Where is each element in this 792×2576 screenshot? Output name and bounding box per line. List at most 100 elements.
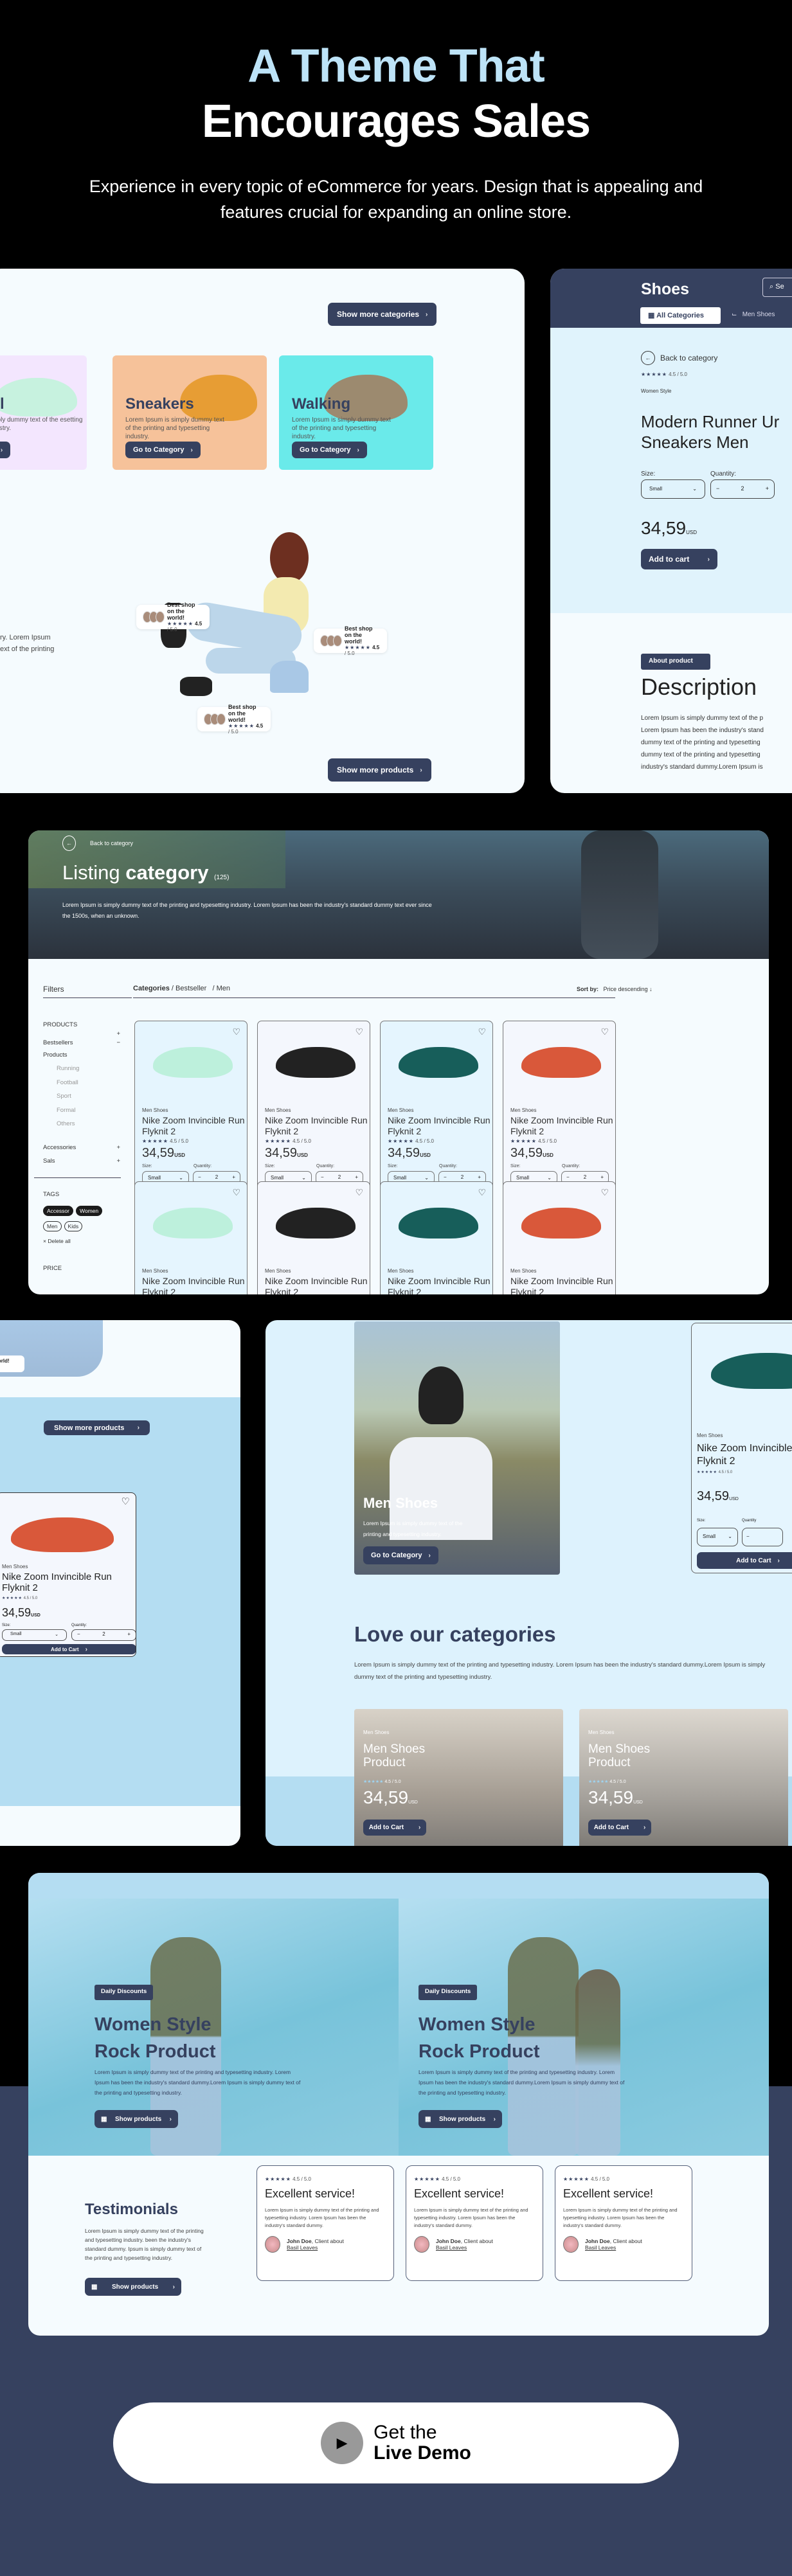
category-card-football: all simply dummy text of the esetting in…	[0, 355, 87, 470]
product-category: Men Shoes	[697, 1433, 723, 1438]
minus-icon[interactable]: −	[77, 1631, 80, 1639]
product-card: ♡ Men Shoes Nike Zoom Invincible Run Flykn…	[380, 1181, 493, 1294]
about-product-badge: About product	[641, 654, 710, 670]
men-shoes-panel: Men Shoes Lorem Ipsum is simply dummy te…	[266, 1320, 792, 1846]
heart-icon[interactable]: ♡	[355, 1187, 363, 1198]
heart-icon[interactable]: ♡	[600, 1026, 609, 1037]
filter-item-bestsellers[interactable]: Bestsellers −	[43, 1039, 120, 1046]
all-categories-tab[interactable]: ▦ All Categories	[640, 307, 721, 324]
minus-icon[interactable]: −	[444, 1174, 447, 1181]
heart-icon[interactable]: ♡	[355, 1026, 363, 1037]
live-demo-button[interactable]: ▶ Get the Live Demo	[113, 2402, 679, 2483]
show-more-categories-button[interactable]: Show more categories ›	[328, 303, 437, 326]
plus-icon[interactable]: +	[766, 485, 769, 493]
product-link[interactable]: Basil Leaves	[436, 2244, 467, 2251]
tag-chip[interactable]: Women	[75, 1205, 103, 1216]
add-to-cart-button[interactable]: Add to Cart ›	[697, 1552, 792, 1569]
search-input[interactable]: ⌕ Se	[762, 278, 792, 297]
chevron-right-icon: ›	[493, 2115, 496, 2123]
promo-text: Lorem Ipsum is simply dummy text of the …	[419, 2069, 625, 2096]
author-name: John Doe	[287, 2238, 312, 2244]
breadcrumb-item[interactable]: Men	[217, 985, 230, 992]
heart-icon[interactable]: ♡	[600, 1187, 609, 1198]
show-products-button[interactable]: ▦ Show products ›	[94, 2110, 178, 2128]
tag-chip[interactable]: Kids	[64, 1221, 83, 1231]
minus-icon[interactable]: −	[746, 1534, 750, 1539]
subcategory-item[interactable]: Running	[57, 1062, 120, 1076]
add-to-cart-button[interactable]: Add to Cart ›	[363, 1820, 426, 1836]
category-card-walking: Walking Lorem Ipsum is simply dummy text…	[279, 355, 433, 470]
product-subcategories: Running Football Sport Formal Others	[43, 1062, 120, 1131]
go-to-category-button[interactable]: Go to Category ›	[125, 442, 201, 458]
plus-icon[interactable]: +	[600, 1174, 604, 1181]
tag-chip[interactable]: Accessor	[43, 1205, 73, 1216]
size-select[interactable]: Small ⌄	[697, 1528, 738, 1546]
category-text: simply dummy text of the esetting indust…	[0, 416, 83, 432]
price-value: 34,59	[363, 1787, 409, 1807]
size-value: Small	[393, 1175, 407, 1181]
chevron-down-icon: ⌄	[547, 1175, 552, 1181]
product-link[interactable]: Basil Leaves	[585, 2244, 616, 2251]
subcategory-item[interactable]: Football	[57, 1076, 120, 1090]
breadcrumb-item[interactable]: Bestseller	[176, 985, 206, 992]
expand-plus-icon[interactable]: +	[116, 1158, 120, 1165]
add-to-cart-button[interactable]: Add to Cart ›	[588, 1820, 651, 1836]
subcategory-item[interactable]: Sport	[57, 1089, 120, 1104]
go-to-category-button[interactable]: gory›	[0, 442, 11, 458]
show-products-button[interactable]: ▦ Show products ›	[85, 2278, 181, 2296]
product-info: ← Back to category ★★★★★ 4.5 / 5.0 Women …	[550, 328, 792, 613]
heart-icon[interactable]: ♡	[232, 1187, 240, 1198]
go-to-category-button[interactable]: Go to Category ›	[363, 1546, 438, 1564]
filter-item-accessories[interactable]: Accessories +	[43, 1144, 120, 1151]
show-more-products-button[interactable]: Show more products ›	[44, 1420, 150, 1435]
minus-icon[interactable]: −	[321, 1174, 324, 1181]
subcategory-item[interactable]: Others	[57, 1117, 120, 1131]
sort-control[interactable]: Sort by: Price descending ↓	[577, 986, 652, 992]
delete-all-tags-button[interactable]: × Delete all	[43, 1238, 120, 1244]
add-to-cart-button[interactable]: Add to cart ›	[641, 549, 717, 569]
quantity-stepper[interactable]: − 2 +	[710, 479, 775, 499]
price-value: 34,59	[265, 1146, 298, 1160]
show-products-button[interactable]: ▦ Show products ›	[419, 2110, 502, 2128]
quantity-stepper[interactable]: −	[742, 1528, 783, 1546]
product-price: 34,59USD	[388, 1146, 431, 1161]
currency: USD	[543, 1152, 554, 1158]
plus-icon[interactable]: +	[232, 1174, 235, 1181]
breadcrumb-item[interactable]: Categories	[133, 985, 170, 992]
heart-icon[interactable]: ♡	[122, 1496, 130, 1507]
rating-max: / 5.0	[167, 627, 177, 632]
expand-plus-icon[interactable]: +	[43, 1030, 120, 1037]
plus-icon[interactable]: +	[127, 1631, 130, 1639]
card-price: 34,59USD	[363, 1787, 418, 1808]
quantity-label: Quantity:	[194, 1164, 212, 1168]
expand-plus-icon[interactable]: +	[116, 1144, 120, 1151]
product-card: Men Shoes Nike Zoom Invincible Run Flykn…	[691, 1323, 792, 1573]
go-to-category-button[interactable]: Go to Category ›	[292, 442, 367, 458]
tab-label: All Categories	[656, 312, 705, 319]
heart-icon[interactable]: ♡	[232, 1026, 240, 1037]
size-select[interactable]: Small ⌄	[2, 1629, 67, 1641]
quantity-stepper[interactable]: − 2 +	[71, 1629, 136, 1641]
show-more-products-button[interactable]: Show more products ›	[328, 758, 431, 782]
collapse-minus-icon[interactable]: −	[116, 1039, 120, 1046]
heart-icon[interactable]: ♡	[478, 1187, 486, 1198]
minus-icon[interactable]: −	[198, 1174, 201, 1181]
daily-discounts-badge: Daily Discounts	[419, 1985, 478, 2000]
plus-icon[interactable]: +	[478, 1174, 481, 1181]
filter-item-products[interactable]: Products	[43, 1051, 120, 1059]
subcategory-item[interactable]: Formal	[57, 1104, 120, 1118]
tag-chip[interactable]: Men	[43, 1221, 62, 1231]
minus-icon[interactable]: −	[566, 1174, 570, 1181]
minus-icon[interactable]: −	[716, 485, 719, 493]
men-shoes-tab[interactable]: ⌙ Men Shoes	[732, 311, 775, 318]
chevron-right-icon: ›	[190, 446, 193, 454]
back-to-category-link[interactable]: ← Back to category	[641, 351, 717, 365]
demo-label-line1: Get the	[374, 2422, 437, 2443]
filter-item-sals[interactable]: Sals +	[43, 1158, 120, 1165]
add-to-cart-button[interactable]: Add to Cart ›	[2, 1644, 136, 1654]
product-link[interactable]: Basil Leaves	[287, 2244, 318, 2251]
back-to-category-link[interactable]: ← Back to category	[62, 836, 133, 851]
size-select[interactable]: Small ⌄	[641, 479, 705, 499]
heart-icon[interactable]: ♡	[478, 1026, 486, 1037]
plus-icon[interactable]: +	[355, 1174, 358, 1181]
